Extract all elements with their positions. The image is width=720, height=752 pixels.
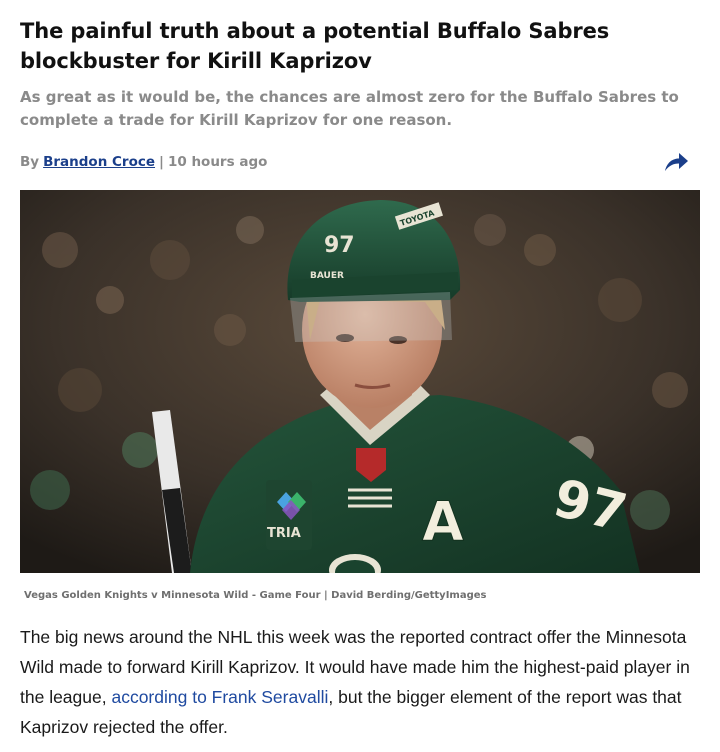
- jersey-patch-text: TRIA: [267, 526, 301, 541]
- article-subheadline: As great as it would be, the chances are…: [20, 88, 679, 129]
- helmet-brand: BAUER: [310, 271, 344, 281]
- byline-prefix: By: [20, 154, 40, 170]
- share-arrow-icon[interactable]: [662, 150, 690, 174]
- byline-separator: |: [159, 154, 164, 170]
- helmet-number: 97: [324, 233, 355, 258]
- image-caption: Vegas Golden Knights v Minnesota Wild - …: [24, 590, 487, 601]
- captain-letter: A: [422, 490, 464, 553]
- hero-photo: 97 BAUER TOYOTA TRIA A 97: [20, 190, 700, 573]
- author-link[interactable]: Brandon Croce: [43, 154, 155, 170]
- article-headline: The painful truth about a potential Buff…: [20, 19, 610, 73]
- byline: By Brandon Croce | 10 hours ago: [20, 152, 267, 172]
- source-link[interactable]: according to Frank Seravalli: [111, 687, 328, 707]
- publish-time: 10 hours ago: [167, 154, 268, 170]
- article-body: The big news around the NHL this week wa…: [20, 622, 710, 742]
- article: The painful truth about a potential Buff…: [0, 0, 720, 752]
